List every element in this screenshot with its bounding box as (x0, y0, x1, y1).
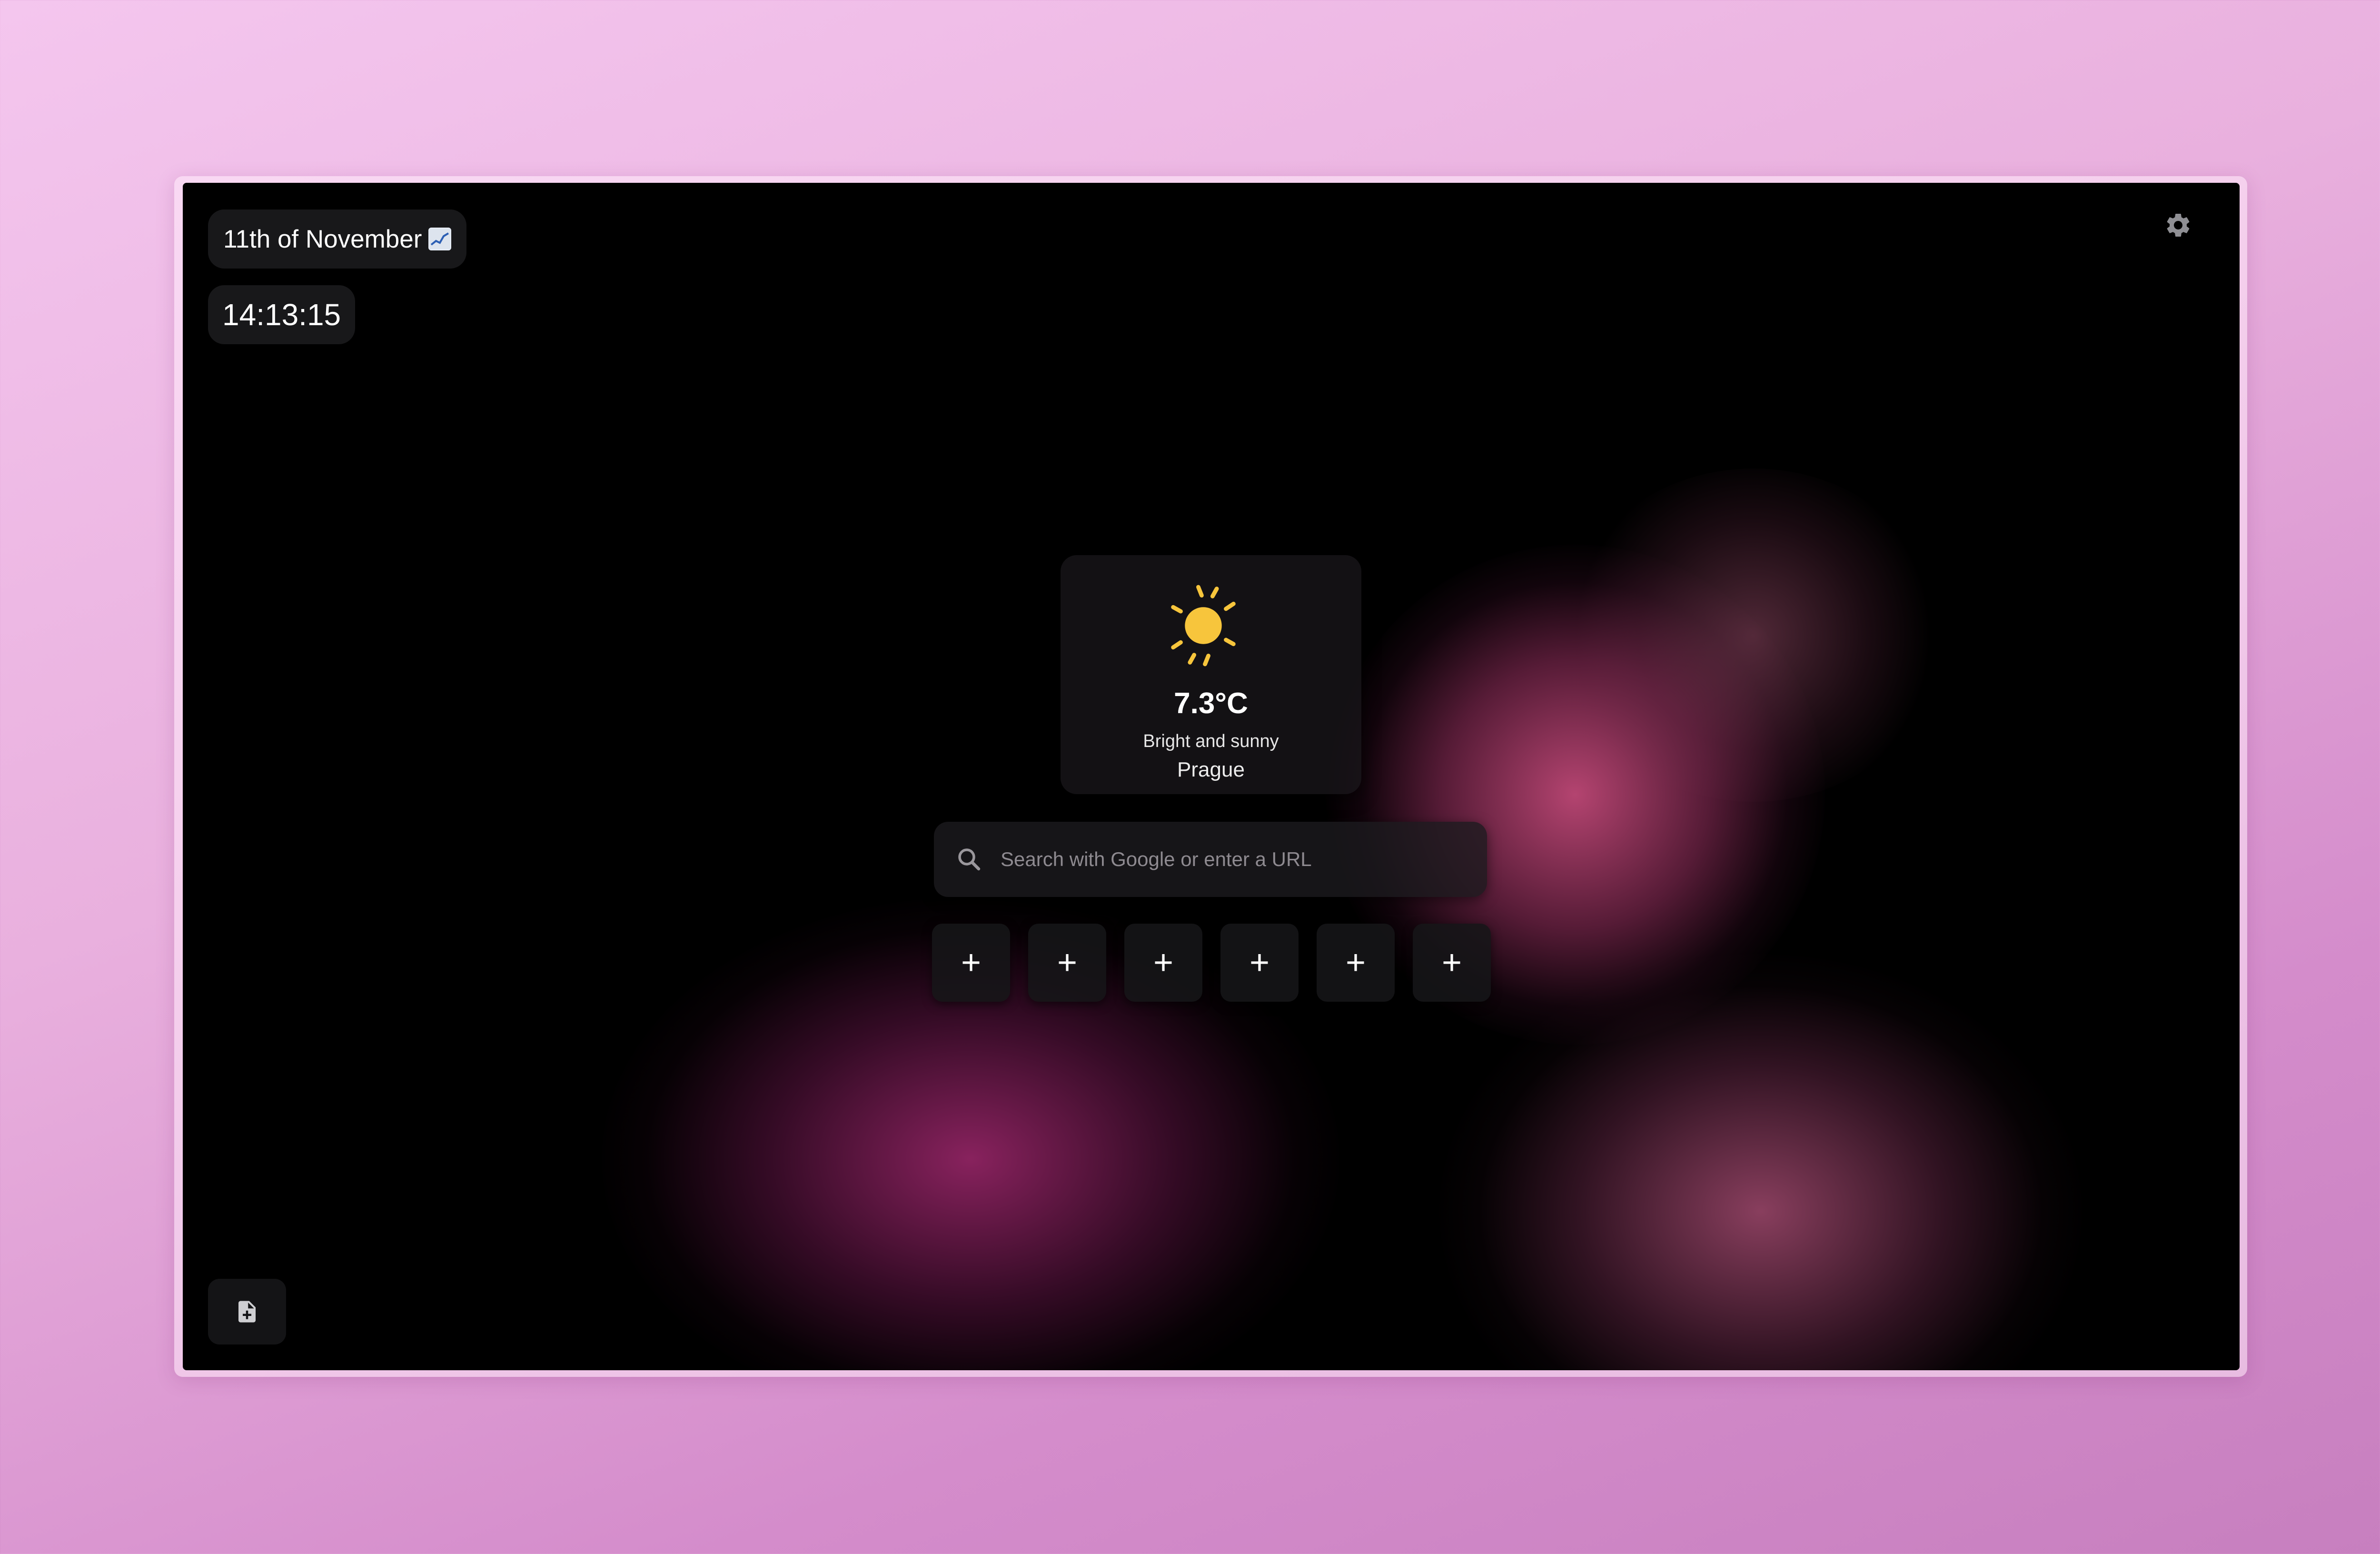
weather-widget: 7.3°C Bright and sunny Prague (1061, 555, 1361, 794)
add-shortcut-button[interactable]: + (1317, 924, 1395, 1002)
add-shortcut-button[interactable]: + (932, 924, 1010, 1002)
plus-icon: + (1153, 944, 1174, 982)
sun-icon (1171, 585, 1236, 667)
time-text: 14:13:15 (222, 298, 341, 332)
background-glow-top-right (1563, 468, 1944, 802)
search-icon (958, 848, 981, 871)
shortcut-tiles: + + + + + + (932, 924, 1491, 1002)
plus-icon: + (1249, 944, 1270, 982)
plus-icon: + (1345, 944, 1366, 982)
add-shortcut-button[interactable]: + (1220, 924, 1299, 1002)
settings-button[interactable] (2162, 209, 2195, 242)
search-input[interactable] (1001, 822, 1487, 897)
add-shortcut-button[interactable]: + (1413, 924, 1491, 1002)
new-tab-page: 11th of November 14:13:15 7.3°C Bright a… (183, 183, 2240, 1370)
date-text: 11th of November (223, 225, 422, 253)
gear-icon (2167, 214, 2190, 237)
background-glow-right (1439, 954, 2082, 1370)
add-shortcut-button[interactable]: + (1124, 924, 1202, 1002)
add-shortcut-button[interactable]: + (1028, 924, 1106, 1002)
temperature: 7.3°C (1174, 687, 1248, 720)
plus-icon: + (1057, 944, 1078, 982)
date-widget: 11th of November (208, 209, 467, 269)
chart-emoji-icon (428, 228, 452, 250)
weather-description: Bright and sunny (1143, 731, 1279, 751)
search-bar[interactable] (934, 822, 1487, 897)
plus-icon: + (961, 944, 982, 982)
clock-widget: 14:13:15 (208, 285, 356, 344)
note-add-icon (238, 1301, 256, 1323)
plus-icon: + (1441, 944, 1462, 982)
new-note-button[interactable] (208, 1279, 286, 1345)
weather-city: Prague (1177, 758, 1245, 781)
